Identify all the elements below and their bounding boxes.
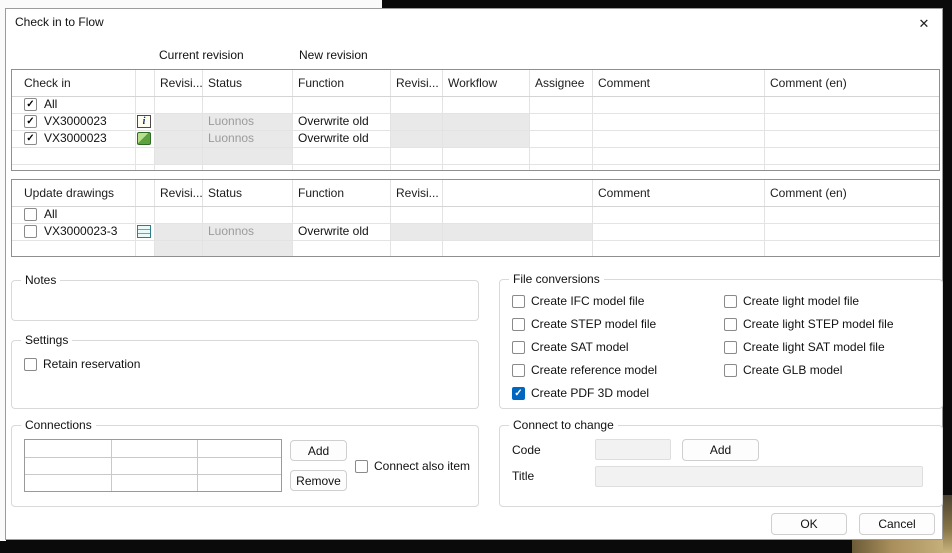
create-light-model-checkbox[interactable] [724,295,737,308]
new-revision-label: New revision [299,48,368,62]
column-header-comment-en: Comment (en) [770,70,847,96]
model-icon[interactable] [137,132,151,145]
dialog-title: Check in to Flow [15,15,104,29]
title-input[interactable] [595,466,923,487]
drawing-icon[interactable] [137,225,151,238]
column-header-status: Status [208,180,242,206]
connections-add-button[interactable]: Add [290,440,347,461]
create-pdf3d-checkbox[interactable] [512,387,525,400]
cancel-button[interactable]: Cancel [859,513,935,535]
create-pdf3d-label: Create PDF 3D model [531,386,649,400]
create-step-checkbox[interactable] [512,318,525,331]
checkin-row-2-checkbox[interactable] [24,132,37,145]
ok-button[interactable]: OK [771,513,847,535]
column-header-revision2: Revisi... [396,70,439,96]
drawings-all-checkbox[interactable] [24,208,37,221]
create-sat-checkbox[interactable] [512,341,525,354]
file-conversions-label: File conversions [509,272,604,287]
code-label: Code [512,443,541,457]
checkin-row-label[interactable]: VX3000023 [44,130,107,147]
create-light-sat-checkbox[interactable] [724,341,737,354]
info-icon[interactable] [137,115,151,128]
connect-to-change-group: Connect to change Code Add Title [499,425,943,507]
desktop-wallpaper-fragment [943,495,952,553]
column-header-function: Function [298,70,344,96]
status-cell: Luonnos [208,113,254,130]
checkin-all-checkbox[interactable] [24,98,37,111]
settings-group: Settings Retain reservation [11,340,479,409]
create-glb-checkbox[interactable] [724,364,737,377]
column-header-workflow: Workflow [448,70,497,96]
create-ifc-label: Create IFC model file [531,294,644,308]
create-light-step-checkbox[interactable] [724,318,737,331]
function-cell[interactable]: Overwrite old [298,113,369,130]
drawings-row-1-checkbox[interactable] [24,225,37,238]
create-step-label: Create STEP model file [531,317,656,331]
connect-to-change-label: Connect to change [509,418,618,433]
connections-label: Connections [21,418,96,433]
checkin-row-label[interactable]: All [44,96,57,113]
connections-group: Connections Add Remove Connect also item [11,425,479,507]
retain-reservation-checkbox[interactable] [24,358,37,371]
close-icon[interactable]: ✕ [914,14,934,34]
create-reference-label: Create reference model [531,363,657,377]
checkin-table: Check in Revisi... Status Function Revis… [11,69,940,171]
update-drawings-table: Update drawings Revisi... Status Functio… [11,179,940,257]
column-header-update-drawings: Update drawings [24,180,114,206]
function-cell[interactable]: Overwrite old [298,223,369,240]
column-header-status: Status [208,70,242,96]
checkin-row-1-checkbox[interactable] [24,115,37,128]
drawings-row-label[interactable]: All [44,206,57,223]
column-header-revision1: Revisi... [160,180,203,206]
create-light-sat-label: Create light SAT model file [743,340,885,354]
column-header-function: Function [298,180,344,206]
checkin-row-label[interactable]: VX3000023 [44,113,107,130]
settings-label: Settings [21,333,72,348]
connect-also-item-label: Connect also item [374,459,470,473]
connections-list[interactable] [24,439,282,492]
notes-label: Notes [21,273,60,288]
status-cell: Luonnos [208,223,254,240]
status-cell: Luonnos [208,130,254,147]
create-ifc-checkbox[interactable] [512,295,525,308]
column-header-revision2: Revisi... [396,180,439,206]
column-header-comment: Comment [598,70,650,96]
create-light-model-label: Create light model file [743,294,859,308]
code-input[interactable] [595,439,671,460]
create-glb-label: Create GLB model [743,363,842,377]
title-label: Title [512,469,534,483]
function-cell[interactable]: Overwrite old [298,130,369,147]
drawings-row-label[interactable]: VX3000023-3 [44,223,117,240]
change-add-button[interactable]: Add [682,439,759,461]
create-reference-checkbox[interactable] [512,364,525,377]
column-header-comment-en: Comment (en) [770,180,847,206]
retain-reservation-label: Retain reservation [43,357,140,371]
create-sat-label: Create SAT model [531,340,629,354]
connect-also-item-checkbox[interactable] [355,460,368,473]
notes-group: Notes [11,280,479,321]
column-header-revision1: Revisi... [160,70,203,96]
column-header-assignee: Assignee [535,70,584,96]
create-light-step-label: Create light STEP model file [743,317,894,331]
connections-remove-button[interactable]: Remove [290,470,347,491]
checkin-to-flow-dialog: Check in to Flow ✕ Current revision New … [5,8,943,540]
desktop-wallpaper-fragment [852,539,952,553]
column-header-comment: Comment [598,180,650,206]
current-revision-label: Current revision [159,48,244,62]
file-conversions-group: File conversions Create IFC model file C… [499,279,943,409]
column-header-checkin: Check in [24,70,71,96]
